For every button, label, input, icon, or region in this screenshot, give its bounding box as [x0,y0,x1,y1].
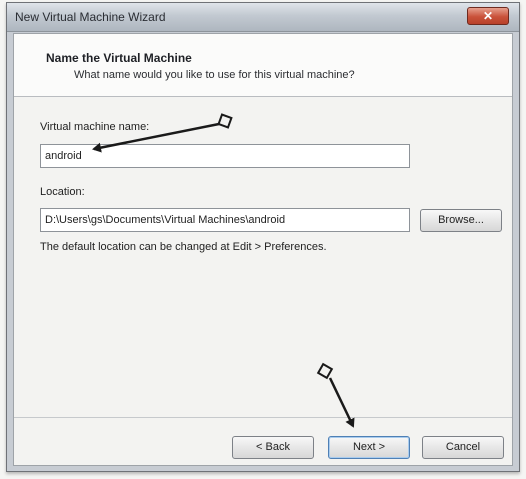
page-title: Name the Virtual Machine [46,51,192,65]
location-input[interactable] [40,208,410,232]
close-icon: ✕ [482,9,494,23]
next-button[interactable]: Next > [328,436,410,459]
vm-name-input[interactable] [40,144,410,168]
browse-button[interactable]: Browse... [420,209,502,232]
wizard-body: Name the Virtual Machine What name would… [13,33,513,466]
back-button[interactable]: < Back [232,436,314,459]
close-button[interactable]: ✕ [467,7,509,25]
footer-separator [14,417,512,418]
title-bar[interactable]: New Virtual Machine Wizard ✕ [7,3,519,32]
vm-name-label: Virtual machine name: [40,121,150,133]
page-subtitle: What name would you like to use for this… [74,69,355,81]
wizard-header: Name the Virtual Machine What name would… [14,34,512,97]
screenshot: New Virtual Machine Wizard ✕ Name the Vi… [0,0,526,479]
cancel-button[interactable]: Cancel [422,436,504,459]
wizard-window: New Virtual Machine Wizard ✕ Name the Vi… [6,2,520,472]
window-title: New Virtual Machine Wizard [15,10,166,24]
location-hint: The default location can be changed at E… [40,241,327,253]
location-label: Location: [40,186,85,198]
